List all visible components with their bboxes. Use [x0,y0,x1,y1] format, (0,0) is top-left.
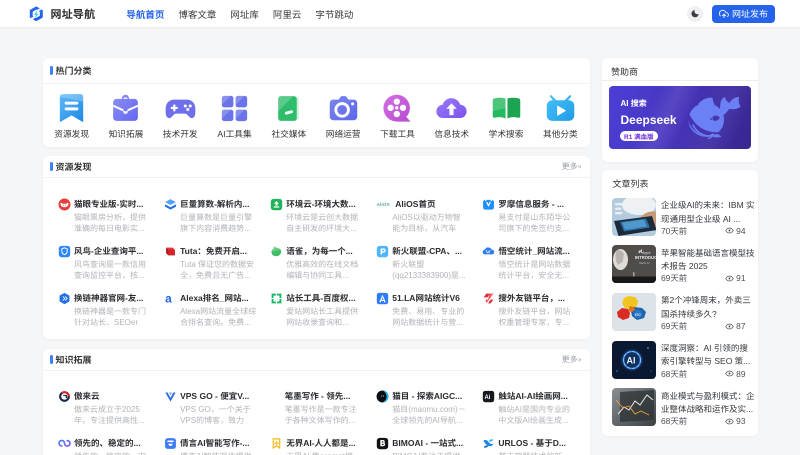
svg-text:INTRODUCIN: INTRODUCIN [635,255,657,260]
svg-text:AliOS: AliOS [376,202,390,208]
svg-text:a: a [165,292,172,305]
svg-text:NEW AI: NEW AI [639,261,650,265]
svg-text:Ai: Ai [484,395,490,401]
svg-text:¥30: ¥30 [634,313,640,317]
svg-text:A: A [62,395,65,399]
svg-text:AI: AI [626,355,635,365]
